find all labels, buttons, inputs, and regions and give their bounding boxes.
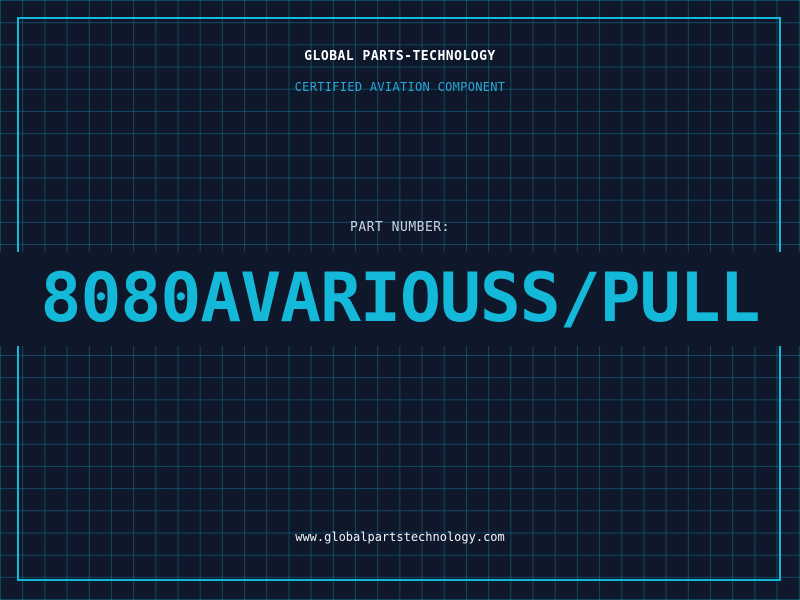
part-number-label: PART NUMBER:: [350, 220, 450, 235]
website-url: www.globalpartstechnology.com: [295, 530, 505, 544]
brand-title: GLOBAL PARTS-TECHNOLOGY: [304, 49, 496, 64]
brand-subtitle: CERTIFIED AVIATION COMPONENT: [294, 80, 506, 94]
label-canvas: GLOBAL PARTS-TECHNOLOGY CERTIFIED AVIATI…: [0, 0, 800, 600]
part-number-value: 8080AVARIOUSS/PULL: [40, 259, 761, 338]
